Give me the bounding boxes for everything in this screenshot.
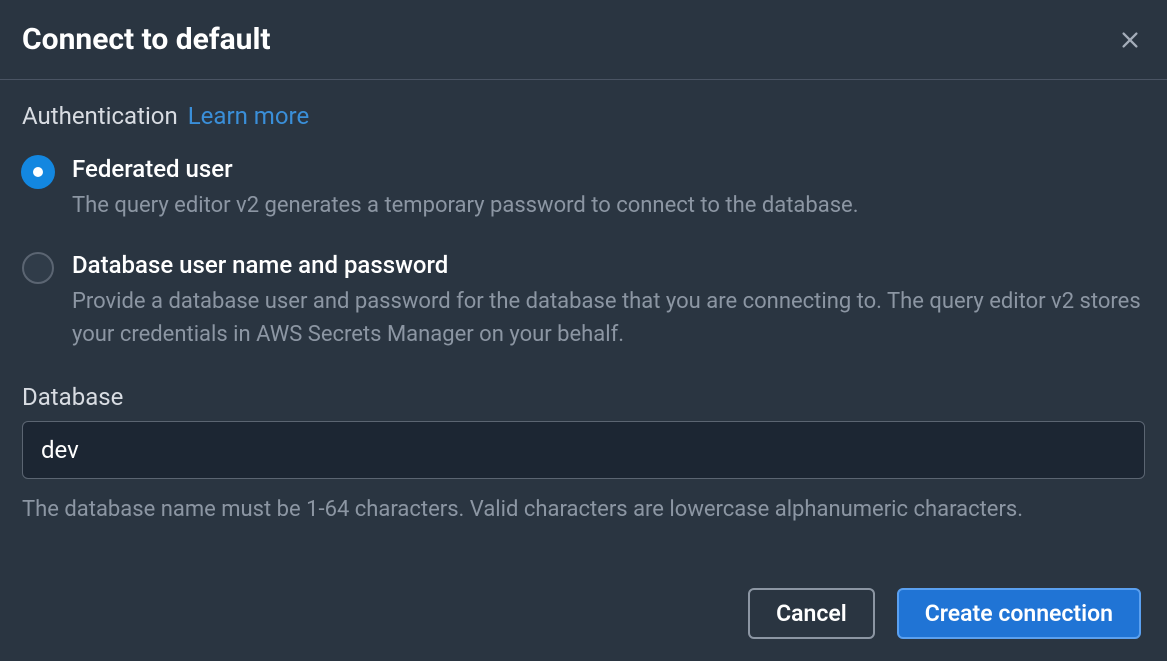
cancel-button[interactable]: Cancel	[748, 588, 875, 639]
radio-control[interactable]	[22, 252, 54, 284]
auth-header-row: Authentication Learn more	[22, 102, 1145, 130]
radio-label: Database user name and password	[72, 250, 1145, 281]
radio-option-db-user-password[interactable]: Database user name and password Provide …	[22, 250, 1145, 351]
radio-text: Database user name and password Provide …	[72, 250, 1145, 351]
radio-description: The query editor v2 generates a temporar…	[72, 189, 1145, 222]
database-input[interactable]	[22, 421, 1145, 479]
radio-description: Provide a database user and password for…	[72, 285, 1145, 351]
dialog-title: Connect to default	[22, 22, 271, 57]
database-label: Database	[22, 383, 1145, 411]
learn-more-link[interactable]: Learn more	[188, 102, 309, 130]
radio-text: Federated user The query editor v2 gener…	[72, 154, 1145, 222]
connect-dialog: Connect to default Authentication Learn …	[0, 0, 1167, 661]
database-hint: The database name must be 1-64 character…	[22, 493, 1145, 527]
close-button[interactable]	[1115, 25, 1145, 55]
radio-option-federated-user[interactable]: Federated user The query editor v2 gener…	[22, 154, 1145, 222]
auth-label: Authentication	[22, 102, 178, 130]
dialog-header: Connect to default	[0, 0, 1167, 80]
create-connection-button[interactable]: Create connection	[897, 588, 1141, 639]
radio-control[interactable]	[22, 156, 54, 188]
auth-radio-group: Federated user The query editor v2 gener…	[22, 154, 1145, 351]
close-icon	[1119, 29, 1141, 51]
dialog-footer: Cancel Create connection	[0, 566, 1167, 661]
dialog-body: Authentication Learn more Federated user…	[0, 80, 1167, 566]
database-field-group: Database The database name must be 1-64 …	[22, 383, 1145, 527]
radio-label: Federated user	[72, 154, 1145, 185]
